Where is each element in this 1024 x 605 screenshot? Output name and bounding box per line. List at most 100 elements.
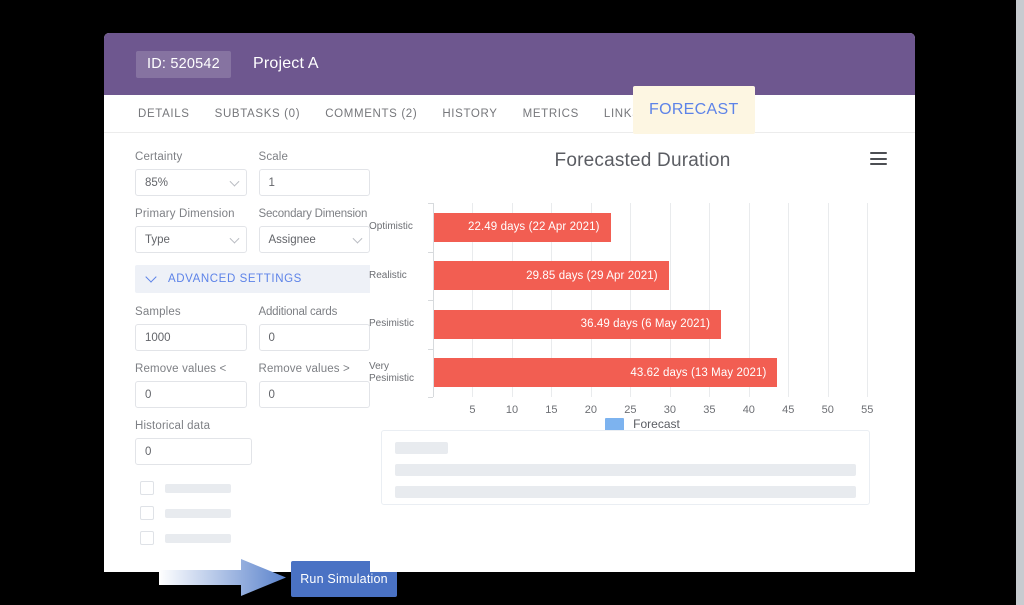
scale-value: 1 <box>268 176 275 189</box>
x-axis-tick-label: 35 <box>703 404 716 416</box>
app-body: Certainty 85% Scale 1 Primary Dimension … <box>104 133 915 597</box>
placeholder-row <box>395 464 856 476</box>
y-axis-category-label: Pesimistic <box>369 318 415 330</box>
chart-bar[interactable]: 43.62 days (13 May 2021) <box>434 358 778 388</box>
field-scale: Scale 1 <box>258 151 370 196</box>
scale-input[interactable]: 1 <box>258 169 370 196</box>
field-row-remove-values: Remove values < 0 Remove values > 0 <box>135 363 370 408</box>
primary-dimension-label: Primary Dimension <box>135 208 235 220</box>
x-axis-tick-label: 50 <box>821 404 834 416</box>
field-certainty: Certainty 85% <box>135 151 247 196</box>
secondary-dimension-label: Secondary Dimension <box>258 208 368 220</box>
legend-swatch-forecast <box>605 417 625 431</box>
certainty-label: Certainty <box>135 151 183 163</box>
additional-cards-input[interactable]: 0 <box>258 324 370 351</box>
field-primary-dimension: Primary Dimension Type <box>135 208 247 253</box>
chart-bar[interactable]: 22.49 days (22 Apr 2021) <box>434 212 611 242</box>
legend-label-forecast: Forecast <box>633 417 680 431</box>
x-axis-tick-label: 40 <box>742 404 755 416</box>
tab-forecast[interactable]: FORECAST <box>633 86 755 134</box>
pointer-arrow-icon <box>159 559 286 596</box>
x-axis-tick-label: 30 <box>663 404 676 416</box>
chart-bar-label: 43.62 days (13 May 2021) <box>630 366 767 379</box>
field-secondary-dimension: Secondary Dimension Assignee <box>258 208 370 253</box>
forecast-settings-panel: Certainty 85% Scale 1 Primary Dimension … <box>104 133 397 597</box>
advanced-settings-label: ADVANCED SETTINGS <box>168 273 302 285</box>
forecasted-duration-chart: 5 10 15 20 25 30 35 40 45 50 55 22.49 days (22 Apr … <box>369 195 915 431</box>
y-axis-tick <box>428 397 433 398</box>
field-row-historical-data: Historical data 0 <box>135 420 370 465</box>
y-axis-category-label: Very Pesimistic <box>369 360 415 384</box>
list-item[interactable] <box>140 531 370 545</box>
secondary-dimension-select[interactable]: Assignee <box>258 226 370 253</box>
app-window-card: ID: 520542 Project A DETAILS SUBTASKS (0… <box>104 33 915 597</box>
page-title: Project A <box>252 55 319 72</box>
field-remove-values-lt: Remove values < 0 <box>135 363 247 408</box>
chart-bar-label: 36.49 days (6 May 2021) <box>580 318 711 331</box>
historical-data-value: 0 <box>145 445 152 458</box>
chevron-down-icon <box>229 233 239 244</box>
chart-bar[interactable]: 29.85 days (29 Apr 2021) <box>434 261 669 291</box>
tab-metrics[interactable]: METRICS <box>521 105 581 123</box>
x-axis-tick-label: 25 <box>624 404 637 416</box>
y-axis-tick <box>428 203 433 204</box>
placeholder-label <box>165 533 231 543</box>
remove-values-gt-value: 0 <box>268 388 275 401</box>
tab-details[interactable]: DETAILS <box>136 105 192 123</box>
remove-values-lt-label: Remove values < <box>135 363 227 375</box>
screenshot-root: ID: 520542 Project A DETAILS SUBTASKS (0… <box>0 0 1024 605</box>
chart-header: Forecasted Duration <box>370 133 915 189</box>
option-checkbox-list <box>135 481 370 545</box>
chart-bar[interactable]: 36.49 days (6 May 2021) <box>434 309 722 339</box>
chart-gridline <box>867 203 869 397</box>
chevron-down-icon <box>229 176 239 187</box>
chart-plot-area: 5 10 15 20 25 30 35 40 45 50 55 22.49 days (22 Apr … <box>369 203 887 416</box>
app-header: ID: 520542 Project A <box>104 33 915 95</box>
field-row-samples: Samples 1000 Additional cards 0 <box>135 306 370 351</box>
run-simulation-row: Run Simulation <box>135 559 397 599</box>
chart-bar-label: 22.49 days (22 Apr 2021) <box>468 221 600 234</box>
chart-legend: Forecast <box>370 417 915 431</box>
chart-title: Forecasted Duration <box>554 150 731 171</box>
remove-values-gt-input[interactable]: 0 <box>258 381 370 408</box>
checkbox-icon[interactable] <box>140 481 154 495</box>
forecast-chart-panel: Forecasted Duration 5 10 15 20 25 30 35 40 45 50 5… <box>369 133 915 572</box>
samples-input[interactable]: 1000 <box>135 324 247 351</box>
field-row-certainty-scale: Certainty 85% Scale 1 <box>135 151 370 196</box>
right-edge-strip <box>1016 0 1024 605</box>
y-axis-tick <box>428 348 433 350</box>
scale-label: Scale <box>258 151 289 163</box>
placeholder-label <box>165 508 231 518</box>
certainty-select[interactable]: 85% <box>135 169 247 196</box>
checkbox-icon[interactable] <box>140 506 154 520</box>
historical-data-input[interactable]: 0 <box>135 438 252 465</box>
remove-values-gt-label: Remove values > <box>258 363 350 375</box>
chart-gridline <box>788 203 790 397</box>
remove-values-lt-value: 0 <box>145 388 152 401</box>
y-axis-tick <box>428 251 433 253</box>
chevron-down-icon <box>145 271 157 283</box>
x-axis-tick-label: 55 <box>861 404 874 416</box>
tab-subtasks[interactable]: SUBTASKS (0) <box>213 105 303 123</box>
y-axis-category-label: Realistic <box>369 269 407 281</box>
additional-cards-label: Additional cards <box>258 306 338 318</box>
tab-comments[interactable]: COMMENTS (2) <box>323 105 419 123</box>
placeholder-heading <box>395 442 448 454</box>
hamburger-menu-icon[interactable] <box>870 152 887 165</box>
x-axis-tick-label: 10 <box>505 404 519 416</box>
tab-history[interactable]: HISTORY <box>440 105 499 123</box>
primary-dimension-select[interactable]: Type <box>135 226 247 253</box>
advanced-settings-toggle[interactable]: ADVANCED SETTINGS <box>135 265 381 293</box>
remove-values-lt-input[interactable]: 0 <box>135 381 247 408</box>
field-samples: Samples 1000 <box>135 306 247 351</box>
field-historical-data: Historical data 0 <box>135 420 252 465</box>
placeholder-label <box>165 483 231 493</box>
field-additional-cards: Additional cards 0 <box>258 306 370 351</box>
checkbox-icon[interactable] <box>140 531 154 545</box>
x-axis-tick-label: 45 <box>782 404 795 416</box>
chevron-down-icon <box>352 233 363 244</box>
list-item[interactable] <box>140 506 370 520</box>
issue-id-badge: ID: 520542 <box>136 50 231 78</box>
y-axis-tick <box>428 300 433 301</box>
list-item[interactable] <box>140 481 370 495</box>
